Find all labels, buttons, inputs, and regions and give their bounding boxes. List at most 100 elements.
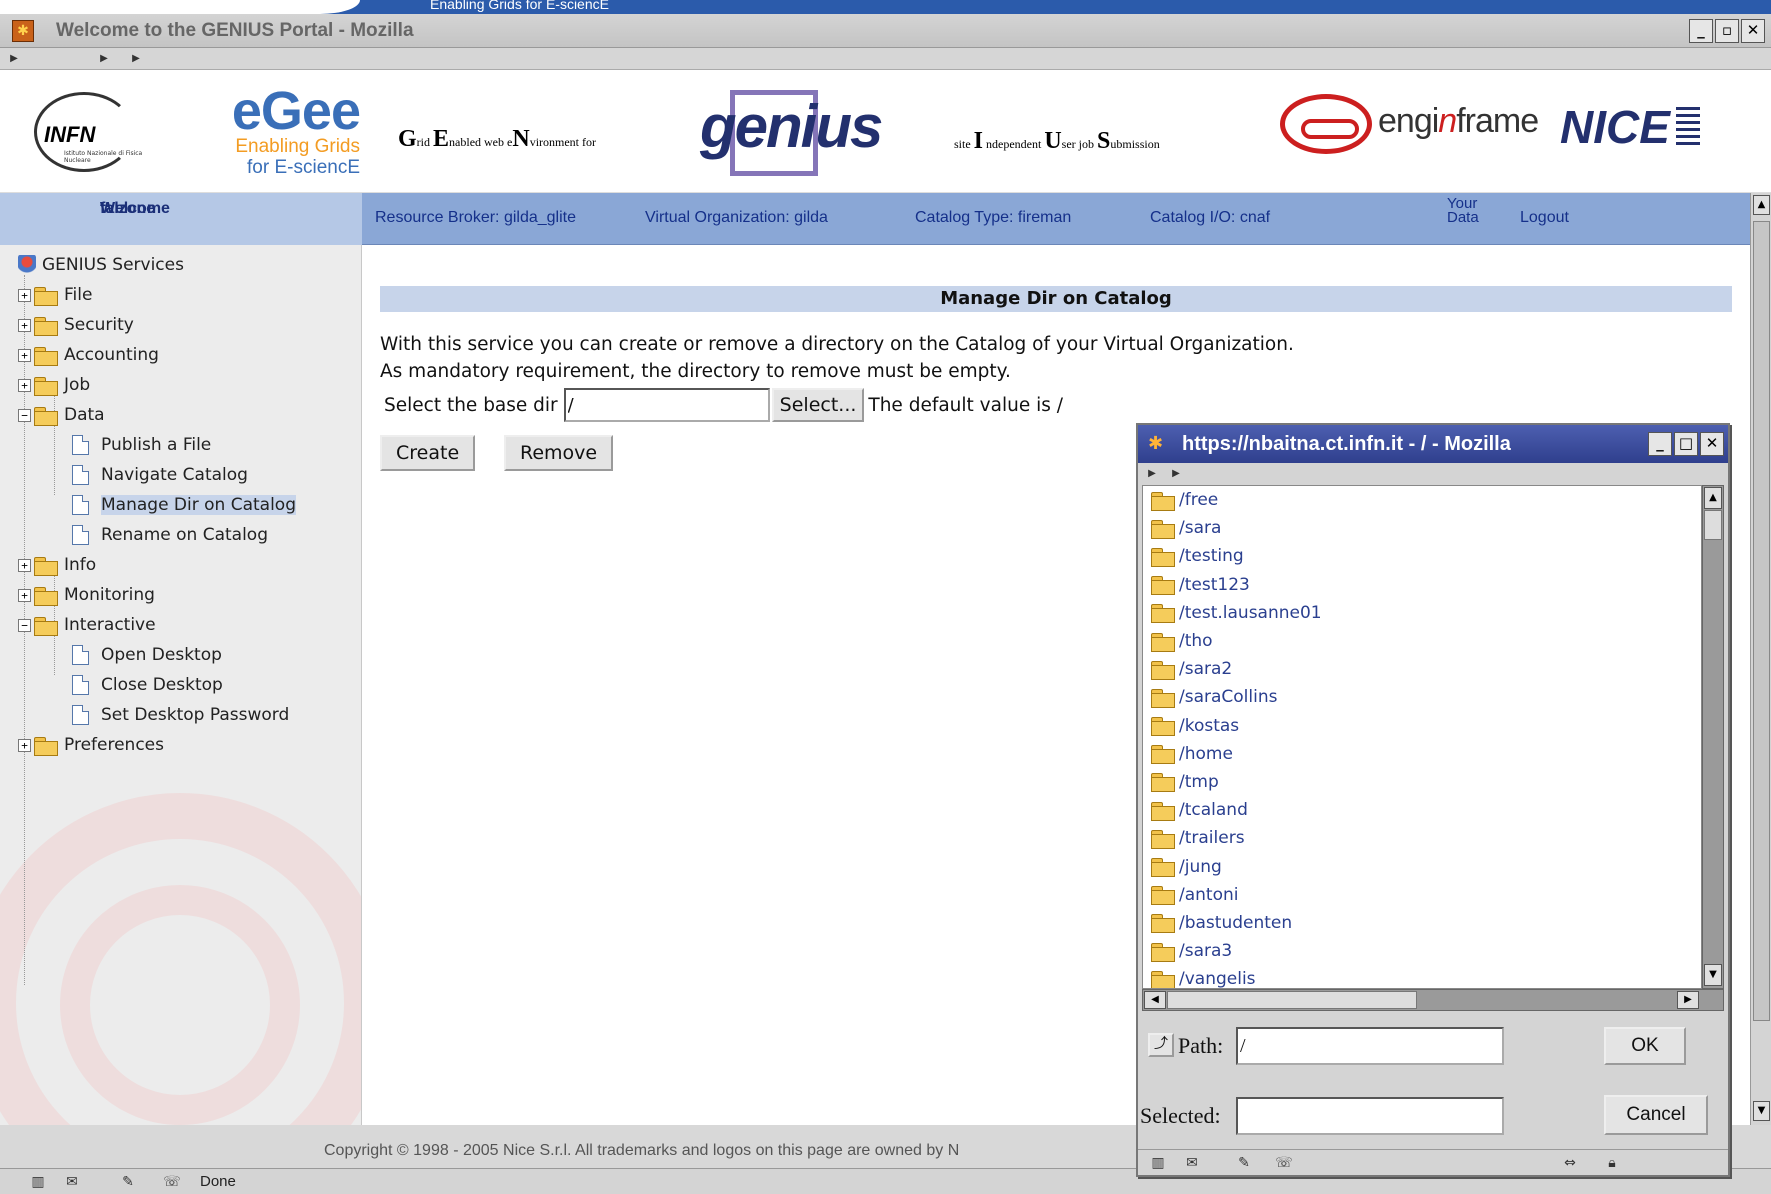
create-button[interactable]: Create [380, 435, 476, 471]
scroll-left-icon[interactable]: ◀ [1144, 991, 1166, 1009]
mozilla-app-icon[interactable]: ✱ [1148, 433, 1170, 455]
directory-item[interactable]: /antoni [1143, 881, 1701, 909]
address-book-icon[interactable]: ☏ [1272, 1154, 1296, 1172]
directory-item[interactable]: /sara3 [1143, 937, 1701, 965]
navigator-icon[interactable]: ▥ [26, 1173, 50, 1191]
directory-name[interactable]: /sara2 [1179, 659, 1232, 679]
collapse-icon[interactable]: − [18, 408, 31, 422]
toolbar-collapse-icon[interactable]: ▶ [96, 51, 112, 66]
directory-item[interactable]: /tho [1143, 627, 1701, 655]
expand-icon[interactable]: + [18, 348, 31, 362]
toolbar-collapse-icon[interactable]: ▶ [1144, 466, 1160, 481]
parent-folder-icon[interactable]: ⤴ [1148, 1033, 1174, 1057]
main-vertical-scrollbar[interactable]: ▲ ▼ [1750, 193, 1771, 1125]
select-dir-button[interactable]: Select... [771, 388, 865, 422]
sidebar-item-file[interactable]: + File [18, 281, 92, 309]
popup-horizontal-scrollbar[interactable]: ◀ ▶ [1142, 989, 1724, 1011]
expand-icon[interactable]: + [18, 378, 31, 392]
toolbar-collapse-icon[interactable]: ▶ [128, 51, 144, 66]
composer-icon[interactable]: ✎ [1232, 1154, 1256, 1172]
expand-icon[interactable]: + [18, 558, 31, 572]
popup-close-button[interactable]: ✕ [1700, 432, 1724, 456]
popup-maximize-button[interactable]: □ [1674, 432, 1698, 456]
directory-item[interactable]: /testing [1143, 542, 1701, 570]
sidebar-item-set-desktop-password[interactable]: Set Desktop Password [72, 701, 289, 729]
directory-item[interactable]: /tmp [1143, 768, 1701, 796]
sidebar-item-preferences[interactable]: + Preferences [18, 731, 164, 759]
directory-item[interactable]: /kostas [1143, 712, 1701, 740]
directory-item[interactable]: /saraCollins [1143, 683, 1701, 711]
sidebar-item-job[interactable]: + Job [18, 371, 90, 399]
composer-icon[interactable]: ✎ [116, 1173, 140, 1191]
address-book-icon[interactable]: ☏ [160, 1173, 184, 1191]
expand-icon[interactable]: + [18, 738, 31, 752]
sidebar-item-close-desktop[interactable]: Close Desktop [72, 671, 223, 699]
collapse-icon[interactable]: − [18, 618, 31, 632]
directory-name[interactable]: /test.lausanne01 [1179, 603, 1322, 623]
sidebar-item-security[interactable]: + Security [18, 311, 134, 339]
directory-item[interactable]: /sara [1143, 514, 1701, 542]
sidebar-item-rename-on-catalog[interactable]: Rename on Catalog [72, 521, 268, 549]
popup-minimize-button[interactable]: _ [1648, 432, 1672, 456]
scrollbar-thumb[interactable] [1704, 510, 1722, 540]
scrollbar-thumb[interactable] [1753, 221, 1770, 1021]
directory-item[interactable]: /free [1143, 486, 1701, 514]
scroll-right-icon[interactable]: ▶ [1677, 991, 1699, 1009]
online-status-icon[interactable]: ⇔ [1558, 1154, 1582, 1172]
sidebar-item-monitoring[interactable]: + Monitoring [18, 581, 155, 609]
directory-name[interactable]: /testing [1179, 546, 1244, 566]
sidebar-item-open-desktop[interactable]: Open Desktop [72, 641, 222, 669]
directory-name[interactable]: /kostas [1179, 716, 1239, 736]
scroll-down-icon[interactable]: ▼ [1753, 1101, 1770, 1121]
directory-item[interactable]: /jung [1143, 852, 1701, 880]
sidebar-item-publish-a-file[interactable]: Publish a File [72, 431, 211, 459]
scroll-up-icon[interactable]: ▲ [1753, 195, 1770, 215]
sidebar-item-interactive[interactable]: − Interactive [18, 611, 156, 639]
directory-name[interactable]: /sara [1179, 518, 1221, 538]
ok-button[interactable]: OK [1604, 1027, 1686, 1065]
directory-name[interactable]: /test123 [1179, 575, 1250, 595]
close-button[interactable]: ✕ [1741, 19, 1765, 43]
directory-name[interactable]: /saraCollins [1179, 687, 1277, 707]
directory-name[interactable]: /jung [1179, 857, 1222, 877]
navigator-icon[interactable]: ▥ [1146, 1154, 1170, 1172]
directory-name[interactable]: /tmp [1179, 772, 1219, 792]
directory-name[interactable]: /sara3 [1179, 941, 1232, 961]
directory-item[interactable]: /vangelis [1143, 965, 1701, 988]
scrollbar-thumb[interactable] [1167, 991, 1417, 1009]
directory-name[interactable]: /tho [1179, 631, 1213, 651]
path-input[interactable] [1236, 1027, 1504, 1065]
directory-name[interactable]: /tcaland [1179, 800, 1248, 820]
scroll-down-icon[interactable]: ▼ [1704, 964, 1722, 986]
directory-item[interactable]: /test123 [1143, 571, 1701, 599]
expand-icon[interactable]: + [18, 318, 31, 332]
cancel-button[interactable]: Cancel [1604, 1095, 1708, 1135]
mozilla-app-icon[interactable]: ✱ [12, 20, 34, 42]
logout-link[interactable]: Logout [1520, 209, 1569, 227]
directory-name[interactable]: /bastudenten [1179, 913, 1292, 933]
minimize-button[interactable]: _ [1689, 19, 1713, 43]
directory-item[interactable]: /tcaland [1143, 796, 1701, 824]
expand-icon[interactable]: + [18, 588, 31, 602]
selected-input[interactable] [1236, 1097, 1504, 1135]
directory-item[interactable]: /home [1143, 740, 1701, 768]
sidebar-item-data[interactable]: − Data [18, 401, 105, 429]
toolbar-collapse-icon[interactable]: ▶ [1168, 466, 1184, 481]
scroll-up-icon[interactable]: ▲ [1704, 487, 1722, 509]
maximize-button[interactable]: ▫ [1715, 19, 1739, 43]
directory-item[interactable]: /test.lausanne01 [1143, 599, 1701, 627]
directory-name[interactable]: /free [1179, 490, 1218, 510]
directory-item[interactable]: /trailers [1143, 824, 1701, 852]
popup-vertical-scrollbar[interactable]: ▲ ▼ [1702, 485, 1724, 989]
mail-icon[interactable]: ✉ [1180, 1154, 1204, 1172]
sidebar-item-manage-dir-on-catalog[interactable]: Manage Dir on Catalog [72, 491, 297, 519]
directory-name[interactable]: /vangelis [1179, 969, 1256, 988]
sidebar-item-navigate-catalog[interactable]: Navigate Catalog [72, 461, 248, 489]
directory-item[interactable]: /bastudenten [1143, 909, 1701, 937]
toolbar-collapse-icon[interactable]: ▶ [6, 51, 22, 66]
expand-icon[interactable]: + [18, 288, 31, 302]
directory-name[interactable]: /antoni [1179, 885, 1238, 905]
security-lock-icon[interactable]: 🔒︎ [1600, 1154, 1624, 1172]
remove-button[interactable]: Remove [504, 435, 614, 471]
directory-name[interactable]: /home [1179, 744, 1233, 764]
